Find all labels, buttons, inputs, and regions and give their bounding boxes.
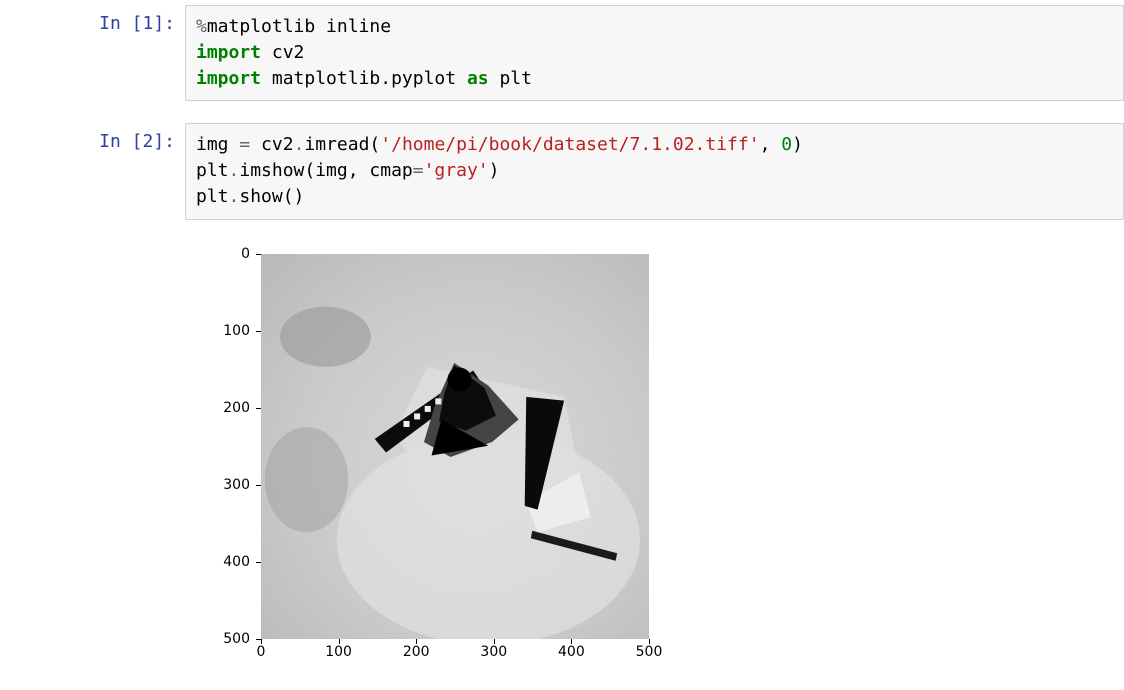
code-text: imread(	[304, 134, 380, 155]
operator: =	[239, 134, 250, 155]
x-tick-mark	[339, 639, 340, 644]
output-cell: 0 100 200 300 400 500 0 100 200 300 400 …	[0, 237, 1124, 672]
x-tick-mark	[649, 639, 650, 644]
keyword-import: import	[196, 42, 261, 63]
x-tick-mark	[571, 639, 572, 644]
code-text: imshow(img, cmap	[239, 160, 412, 181]
x-tick-label: 400	[558, 644, 585, 660]
matplotlib-figure: 0 100 200 300 400 500 0 100 200 300 400 …	[185, 242, 650, 667]
number-literal: 0	[781, 134, 792, 155]
code-text: img	[196, 134, 239, 155]
y-tick-label: 0	[241, 246, 250, 262]
y-tick-label: 500	[223, 631, 250, 647]
operator: .	[229, 186, 240, 207]
input-prompt: In [1]:	[99, 13, 175, 34]
code-cell-2: In [2]: img = cv2.imread('/home/pi/book/…	[0, 118, 1124, 224]
code-text: )	[489, 160, 500, 181]
x-tick-mark	[494, 639, 495, 644]
code-text: matplotlib inline	[207, 16, 391, 37]
code-text: )	[792, 134, 803, 155]
x-tick-label: 300	[480, 644, 507, 660]
x-tick-label: 500	[636, 644, 663, 660]
keyword-as: as	[467, 68, 489, 89]
prompt-area: In [1]:	[0, 5, 185, 101]
code-text: plt	[489, 68, 532, 89]
x-tick-mark	[261, 639, 262, 644]
output-prompt-area	[0, 242, 185, 667]
output-area: 0 100 200 300 400 500 0 100 200 300 400 …	[185, 242, 1124, 667]
keyword-import: import	[196, 68, 261, 89]
x-tick-label: 0	[257, 644, 266, 660]
code-cell-1: In [1]: %matplotlib inline import cv2 im…	[0, 0, 1124, 106]
x-tick-label: 100	[325, 644, 352, 660]
x-tick-label: 200	[403, 644, 430, 660]
operator: .	[294, 134, 305, 155]
code-text: show()	[239, 186, 304, 207]
code-text: plt	[196, 186, 229, 207]
string-literal: 'gray'	[424, 160, 489, 181]
operator: .	[229, 160, 240, 181]
magic-operator: %	[196, 16, 207, 37]
code-input-1[interactable]: %matplotlib inline import cv2 import mat…	[185, 5, 1124, 101]
code-text: cv2	[250, 134, 293, 155]
y-tick-label: 300	[223, 477, 250, 493]
code-text: plt	[196, 160, 229, 181]
x-tick-mark	[416, 639, 417, 644]
string-literal: '/home/pi/book/dataset/7.1.02.tiff'	[380, 134, 759, 155]
prompt-area: In [2]:	[0, 123, 185, 219]
y-tick-label: 100	[223, 323, 250, 339]
operator: =	[413, 160, 424, 181]
code-text: cv2	[261, 42, 304, 63]
y-tick-label: 200	[223, 400, 250, 416]
code-text: matplotlib.pyplot	[261, 68, 467, 89]
imshow-image	[261, 254, 649, 639]
code-input-2[interactable]: img = cv2.imread('/home/pi/book/dataset/…	[185, 123, 1124, 219]
y-tick-label: 400	[223, 554, 250, 570]
input-prompt: In [2]:	[99, 131, 175, 152]
code-text: ,	[760, 134, 782, 155]
